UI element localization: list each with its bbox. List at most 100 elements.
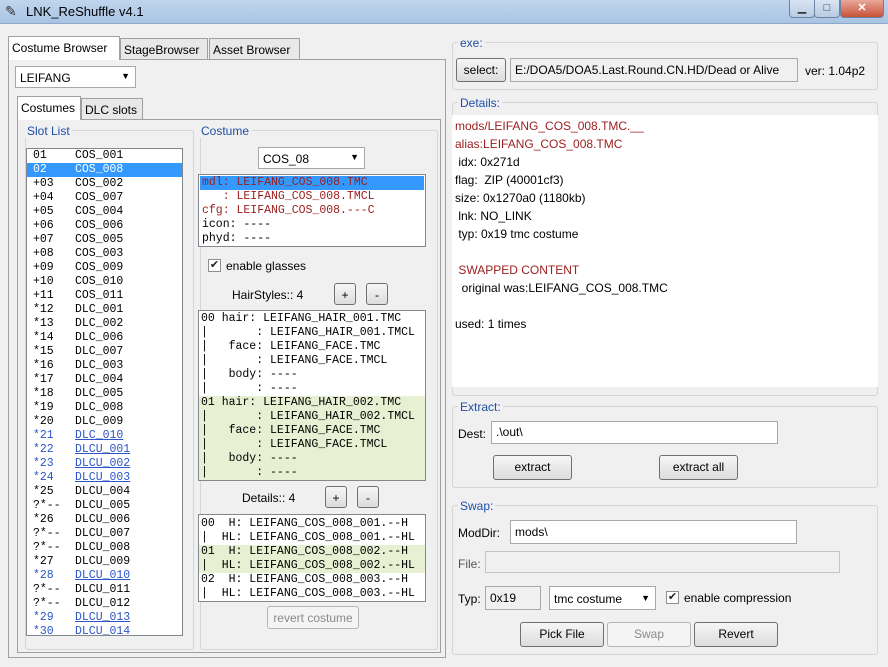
slot-list[interactable]: 01 COS_001 02 COS_008 +03 COS_002 +04 COS_007 +0… <box>26 148 183 636</box>
slot-list-item[interactable]: +05 COS_004 <box>27 205 182 219</box>
enable-glasses-checkbox[interactable]: ✔ <box>208 259 221 272</box>
detail-line[interactable]: 00 H: LEIFANG_COS_008_001.--H <box>199 517 425 531</box>
pick-file-button[interactable]: Pick File <box>520 622 604 647</box>
slot-name: DLC_001 <box>75 303 124 316</box>
swap-button[interactable]: Swap <box>607 622 691 647</box>
hairstyle-line[interactable]: | face: LEIFANG_FACE.TMC <box>199 340 425 354</box>
slot-list-item[interactable]: +07 COS_005 <box>27 233 182 247</box>
slot-list-item[interactable]: ?*-- DLCU_012 <box>27 597 182 611</box>
slot-list-item[interactable]: *19 DLC_008 <box>27 401 182 415</box>
slot-list-item[interactable]: *21 DLC_010 <box>27 429 182 443</box>
tab-costume-browser[interactable]: Costume Browser <box>8 36 120 60</box>
slot-list-item[interactable]: *22 DLCU_001 <box>27 443 182 457</box>
slot-list-item[interactable]: 01 COS_001 <box>27 149 182 163</box>
slot-list-item[interactable]: *18 DLC_005 <box>27 387 182 401</box>
slot-list-item[interactable]: *28 DLCU_010 <box>27 569 182 583</box>
details-line <box>455 243 878 261</box>
slot-list-item[interactable]: +06 COS_006 <box>27 219 182 233</box>
hairstyle-line[interactable]: | : ---- <box>199 382 425 396</box>
slot-list-item[interactable]: +11 COS_011 <box>27 289 182 303</box>
slot-list-item[interactable]: *24 DLCU_003 <box>27 471 182 485</box>
slot-name: DLCU_002 <box>75 457 131 470</box>
hairstyle-line[interactable]: | face: LEIFANG_FACE.TMC <box>199 424 425 438</box>
details-list[interactable]: 00 H: LEIFANG_COS_008_001.--H | HL: LEIFA… <box>198 514 426 602</box>
detail-line[interactable]: | HL: LEIFANG_COS_008_002.--HL <box>199 559 425 573</box>
slot-prefix: *24 <box>33 471 54 484</box>
slot-list-item[interactable]: +08 COS_003 <box>27 247 182 261</box>
details-text-area[interactable]: mods/LEIFANG_COS_008.TMC.__ alias:LEIFANG… <box>452 115 878 387</box>
slot-list-item[interactable]: *12 DLC_001 <box>27 303 182 317</box>
extract-button[interactable]: extract <box>493 455 572 480</box>
costume-file-item[interactable]: : LEIFANG_COS_008.TMCL <box>200 190 424 204</box>
slot-list-item[interactable]: *16 DLC_003 <box>27 359 182 373</box>
costume-select[interactable]: COS_08 ▼ <box>258 147 365 169</box>
version-label: ver: 1.04p2 <box>805 64 866 78</box>
revert-button[interactable]: Revert <box>694 622 778 647</box>
slot-list-item[interactable]: +09 COS_009 <box>27 261 182 275</box>
slot-list-item[interactable]: *20 DLC_009 <box>27 415 182 429</box>
enable-compression-checkbox[interactable]: ✔ <box>666 591 679 604</box>
slot-list-item[interactable]: ?*-- DLCU_007 <box>27 527 182 541</box>
hairstyle-line[interactable]: | body: ---- <box>199 368 425 382</box>
dest-input[interactable]: .\out\ <box>491 421 778 444</box>
feather-icon: ✎ <box>5 3 17 19</box>
hairstyle-line[interactable]: | : ---- <box>199 466 425 480</box>
moddir-input[interactable]: mods\ <box>510 520 797 544</box>
tab-asset-browser[interactable]: Asset Browser <box>209 38 300 60</box>
detail-line[interactable]: | HL: LEIFANG_COS_008_001.--HL <box>199 531 425 545</box>
slot-list-item[interactable]: +04 COS_007 <box>27 191 182 205</box>
slot-list-item[interactable]: *15 DLC_007 <box>27 345 182 359</box>
type-select[interactable]: tmc costume ▼ <box>549 586 656 610</box>
tab-stage-browser[interactable]: StageBrowser <box>120 38 208 60</box>
slot-name: DLCU_009 <box>75 555 131 568</box>
slot-list-item[interactable]: *27 DLCU_009 <box>27 555 182 569</box>
slot-list-item[interactable]: 02 COS_008 <box>27 163 182 177</box>
minimize-button[interactable]: ▁ <box>789 0 815 18</box>
maximize-button[interactable]: □ <box>814 0 840 18</box>
detail-line[interactable]: | HL: LEIFANG_COS_008_003.--HL <box>199 587 425 601</box>
slot-list-item[interactable]: *30 DLCU_014 <box>27 625 182 635</box>
tab-dlc-slots[interactable]: DLC slots <box>81 98 143 120</box>
slot-name: COS_007 <box>75 191 124 204</box>
hairstyle-line[interactable]: 01 hair: LEIFANG_HAIR_002.TMC <box>199 396 425 410</box>
slot-list-item[interactable]: ?*-- DLCU_011 <box>27 583 182 597</box>
slot-list-item[interactable]: *14 DLC_006 <box>27 331 182 345</box>
costume-file-list[interactable]: mdl: LEIFANG_COS_008.TMC : LEIFANG_COS_0… <box>198 174 426 247</box>
select-exe-button[interactable]: select: <box>456 58 506 82</box>
slot-list-item[interactable]: +03 COS_002 <box>27 177 182 191</box>
costume-file-item[interactable]: mdl: LEIFANG_COS_008.TMC <box>200 176 424 190</box>
slot-list-item[interactable]: *17 DLC_004 <box>27 373 182 387</box>
slot-list-item[interactable]: ?*-- DLCU_008 <box>27 541 182 555</box>
slot-name: COS_003 <box>75 247 124 260</box>
remove-detail-button[interactable]: - <box>357 486 379 508</box>
revert-costume-button[interactable]: revert costume <box>267 606 359 629</box>
costume-file-item[interactable]: cfg: LEIFANG_COS_008.---C <box>200 204 424 218</box>
slot-list-item[interactable]: ?*-- DLCU_005 <box>27 499 182 513</box>
remove-hairstyle-button[interactable]: - <box>366 283 388 305</box>
slot-list-item[interactable]: *29 DLCU_013 <box>27 611 182 625</box>
detail-line[interactable]: 02 H: LEIFANG_COS_008_003.--H <box>199 573 425 587</box>
detail-line[interactable]: 01 H: LEIFANG_COS_008_002.--H <box>199 545 425 559</box>
hairstyles-list[interactable]: 00 hair: LEIFANG_HAIR_001.TMC | : LEIFANG… <box>198 310 426 481</box>
slot-list-item[interactable]: *13 DLC_002 <box>27 317 182 331</box>
hairstyle-line[interactable]: 00 hair: LEIFANG_HAIR_001.TMC <box>199 312 425 326</box>
exe-path-field[interactable]: E:/DOA5/DOA5.Last.Round.CN.HD/Dead or Al… <box>510 58 798 82</box>
file-field[interactable] <box>485 551 840 573</box>
slot-list-item[interactable]: *25 DLCU_004 <box>27 485 182 499</box>
hairstyle-line[interactable]: | : LEIFANG_FACE.TMCL <box>199 354 425 368</box>
add-detail-button[interactable]: + <box>325 486 347 508</box>
hairstyle-line[interactable]: | : LEIFANG_HAIR_002.TMCL <box>199 410 425 424</box>
extract-all-button[interactable]: extract all <box>659 455 738 480</box>
hairstyle-line[interactable]: | : LEIFANG_HAIR_001.TMCL <box>199 326 425 340</box>
add-hairstyle-button[interactable]: + <box>334 283 356 305</box>
costume-file-item[interactable]: phyd: ---- <box>200 232 424 246</box>
character-select[interactable]: LEIFANG ▼ <box>15 66 136 88</box>
slot-list-item[interactable]: *26 DLCU_006 <box>27 513 182 527</box>
slot-list-item[interactable]: +10 COS_010 <box>27 275 182 289</box>
costume-file-item[interactable]: icon: ---- <box>200 218 424 232</box>
hairstyle-line[interactable]: | body: ---- <box>199 452 425 466</box>
hairstyle-line[interactable]: | : LEIFANG_FACE.TMCL <box>199 438 425 452</box>
tab-costumes[interactable]: Costumes <box>17 96 81 120</box>
close-button[interactable]: ✕ <box>840 0 884 18</box>
slot-list-item[interactable]: *23 DLCU_002 <box>27 457 182 471</box>
